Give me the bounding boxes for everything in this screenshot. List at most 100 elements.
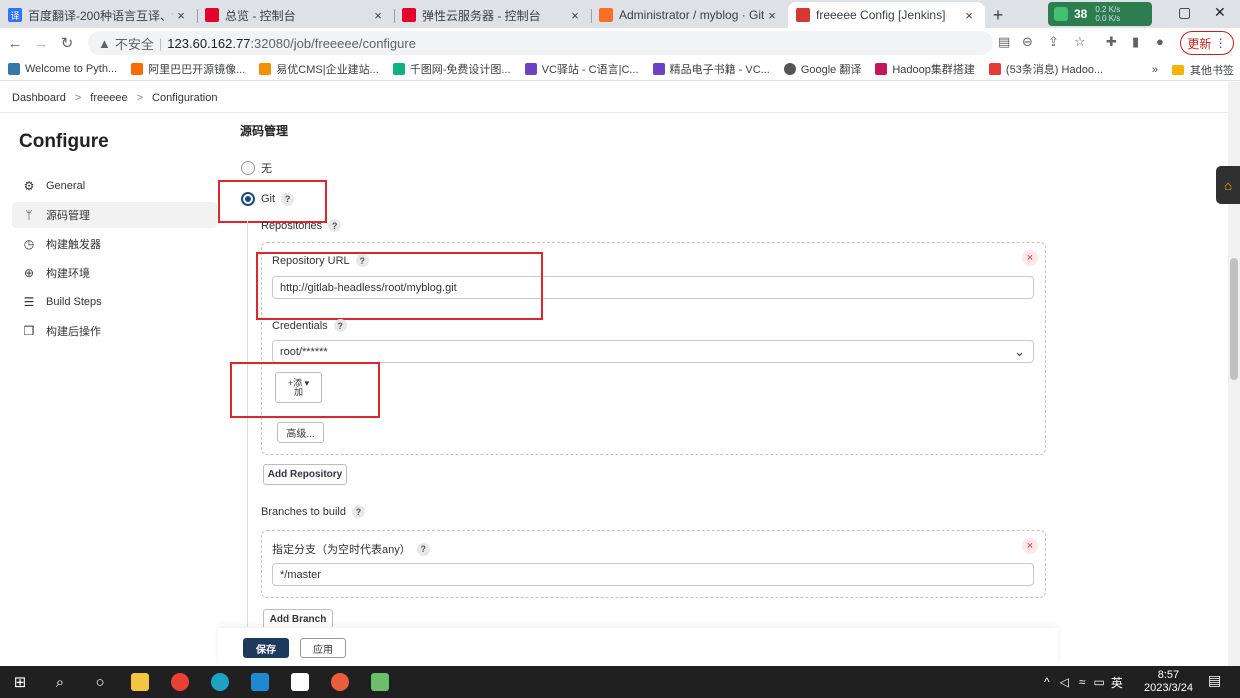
typora-icon[interactable]	[280, 666, 320, 698]
save-button[interactable]: 保存	[243, 638, 289, 658]
chrome-icon[interactable]	[160, 666, 200, 698]
close-icon[interactable]: ×	[764, 8, 780, 23]
bookmark-label: 千图网-免费设计图...	[409, 64, 511, 76]
tab-baidu-translate[interactable]: 译 百度翻译-200种语言互译、沟通全 ×	[0, 2, 197, 28]
credentials-select[interactable]: root/****** ⌄	[272, 340, 1034, 363]
sidebar-item-build-steps[interactable]: ☰ Build Steps	[12, 289, 217, 315]
tab-gitlab[interactable]: Administrator / myblog · GitLab ×	[591, 2, 788, 28]
bookmark-label: Welcome to Pyth...	[25, 63, 118, 75]
highlight-box	[256, 252, 543, 320]
help-icon[interactable]: ?	[328, 219, 342, 232]
bookmarks-overflow[interactable]: » 其他书签	[1152, 62, 1234, 78]
sidebar-item-environment[interactable]: ⊕ 构建环境	[12, 260, 217, 286]
pycharm-icon[interactable]	[360, 666, 400, 698]
translate-icon[interactable]: ▤	[998, 34, 1010, 50]
breadcrumb-dashboard[interactable]: Dashboard	[12, 92, 66, 104]
new-tab-button[interactable]: +	[985, 2, 1011, 28]
net-speeds: 0.2 K/s 0.0 K/s	[1095, 5, 1120, 23]
help-icon[interactable]: ?	[352, 505, 365, 518]
python-icon	[8, 63, 20, 75]
branches-label: Branches to build?	[261, 505, 365, 518]
star-icon[interactable]: ☆	[1074, 34, 1086, 50]
close-window-icon[interactable]: ✕	[1214, 4, 1226, 21]
notification-icon[interactable]: ▤	[1208, 672, 1221, 689]
bookmark-item[interactable]: 阿里巴巴开源镜像...	[131, 61, 245, 77]
tab-jenkins[interactable]: freeeee Config [Jenkins] ×	[788, 2, 985, 28]
bookmark-item[interactable]: 千图网-免费设计图...	[392, 61, 511, 77]
gitlab-icon	[599, 8, 613, 22]
sidebar-item-label: 构建后操作	[46, 326, 101, 338]
search-icon[interactable]: ⌕	[40, 666, 80, 698]
system-tray: ^ ◁ ≈ ▭ 英	[1044, 666, 1123, 698]
breadcrumb-configuration[interactable]: Configuration	[152, 92, 217, 104]
branch-specifier-input[interactable]: */master	[272, 563, 1034, 586]
sidebar-item-general[interactable]: ⚙ General	[12, 173, 217, 199]
scm-none-radio[interactable]: 无	[241, 160, 272, 176]
close-icon[interactable]: ×	[173, 8, 189, 23]
close-icon[interactable]: ×	[370, 8, 386, 23]
csdn-icon	[988, 63, 1001, 75]
forward-icon[interactable]: →	[30, 35, 52, 52]
update-button[interactable]: 更新 ⋮	[1180, 31, 1234, 55]
windows-start-icon[interactable]: ⊞	[0, 666, 40, 698]
keyboard-icon[interactable]: ▭	[1093, 675, 1104, 689]
edge-icon[interactable]	[200, 666, 240, 698]
net-down: 0.0 K/s	[1095, 14, 1121, 23]
bookmark-item[interactable]: Welcome to Pyth...	[8, 63, 117, 75]
scrollbar-thumb[interactable]	[1230, 258, 1238, 380]
help-icon[interactable]: ?	[333, 319, 347, 332]
app-icon[interactable]	[320, 666, 360, 698]
breadcrumb-sep: >	[136, 92, 144, 104]
folder-icon	[1172, 65, 1184, 75]
url-path: :32080/job/freeeee/configure	[250, 35, 416, 51]
extensions-icon[interactable]: ✚	[1106, 34, 1117, 50]
cube-icon: ❒	[23, 324, 35, 338]
advanced-button[interactable]: 高级...	[277, 422, 324, 443]
task-view-icon[interactable]: ○	[80, 666, 120, 698]
chevron-more-icon[interactable]: »	[1152, 64, 1158, 76]
reload-icon[interactable]: ↻	[56, 34, 78, 52]
ime-indicator[interactable]: 英	[1111, 674, 1123, 691]
remove-branch-button[interactable]: ×	[1022, 538, 1038, 554]
other-bookmarks[interactable]: 其他书签	[1190, 62, 1234, 78]
sidepanel-icon[interactable]: ▮	[1132, 34, 1139, 50]
eyoucms-icon	[259, 63, 272, 75]
extension-side-icon[interactable]: ⌂	[1216, 166, 1240, 204]
close-icon[interactable]: ×	[567, 8, 583, 23]
remove-repository-button[interactable]: ×	[1022, 250, 1038, 266]
bookmark-item[interactable]: 精品电子书籍 - VC...	[652, 61, 770, 77]
chevron-up-icon[interactable]: ^	[1044, 675, 1050, 689]
share-icon[interactable]: ⇪	[1048, 34, 1059, 50]
close-icon[interactable]: ×	[961, 8, 977, 23]
breadcrumb-job[interactable]: freeeee	[90, 92, 127, 104]
vscode-icon[interactable]	[240, 666, 280, 698]
bookmark-label: (53条消息) Hadoo...	[1005, 64, 1104, 76]
add-repository-button[interactable]: Add Repository	[263, 464, 347, 485]
apply-button[interactable]: 应用	[300, 638, 346, 658]
zoom-icon[interactable]: ⊖	[1022, 34, 1033, 50]
back-icon[interactable]: ←	[4, 35, 26, 52]
bookmark-item[interactable]: 易优CMS|企业建站...	[259, 61, 379, 77]
file-explorer-icon[interactable]	[120, 666, 160, 698]
tab-huawei-ecs[interactable]: 弹性云服务器 - 控制台 ×	[394, 2, 591, 28]
clock[interactable]: 8:57 2023/3/24	[1144, 669, 1193, 695]
url-input[interactable]: ▲ 不安全 | 123.60.162.77 :32080/job/freeeee…	[88, 31, 993, 55]
aliyun-icon	[131, 63, 144, 75]
net-percent: 38	[1074, 7, 1088, 21]
sidebar-item-scm[interactable]: ᛘ 源码管理	[12, 202, 217, 228]
add-branch-button[interactable]: Add Branch	[263, 609, 333, 627]
radio-circle[interactable]	[241, 161, 255, 175]
bookmark-item[interactable]: (53条消息) Hadoo...	[988, 61, 1104, 77]
tab-huawei-overview[interactable]: 总览 - 控制台 ×	[197, 2, 394, 28]
profile-icon[interactable]: ●	[1156, 34, 1164, 49]
bookmark-item[interactable]: Google 翻译	[783, 61, 861, 77]
wifi-icon[interactable]: ≈	[1079, 675, 1086, 689]
volume-icon[interactable]: ◁	[1060, 675, 1069, 689]
sidebar-item-post-build[interactable]: ❒ 构建后操作	[12, 318, 217, 344]
help-icon[interactable]: ?	[416, 542, 430, 556]
minimize-icon[interactable]: ▢	[1178, 4, 1191, 21]
bookmark-item[interactable]: VC驿站 - C语言|C...	[524, 61, 639, 77]
bookmark-item[interactable]: Hadoop集群搭建	[875, 61, 975, 77]
sidebar-item-triggers[interactable]: ◷ 构建触发器	[12, 231, 217, 257]
list-icon: ☰	[23, 295, 35, 309]
